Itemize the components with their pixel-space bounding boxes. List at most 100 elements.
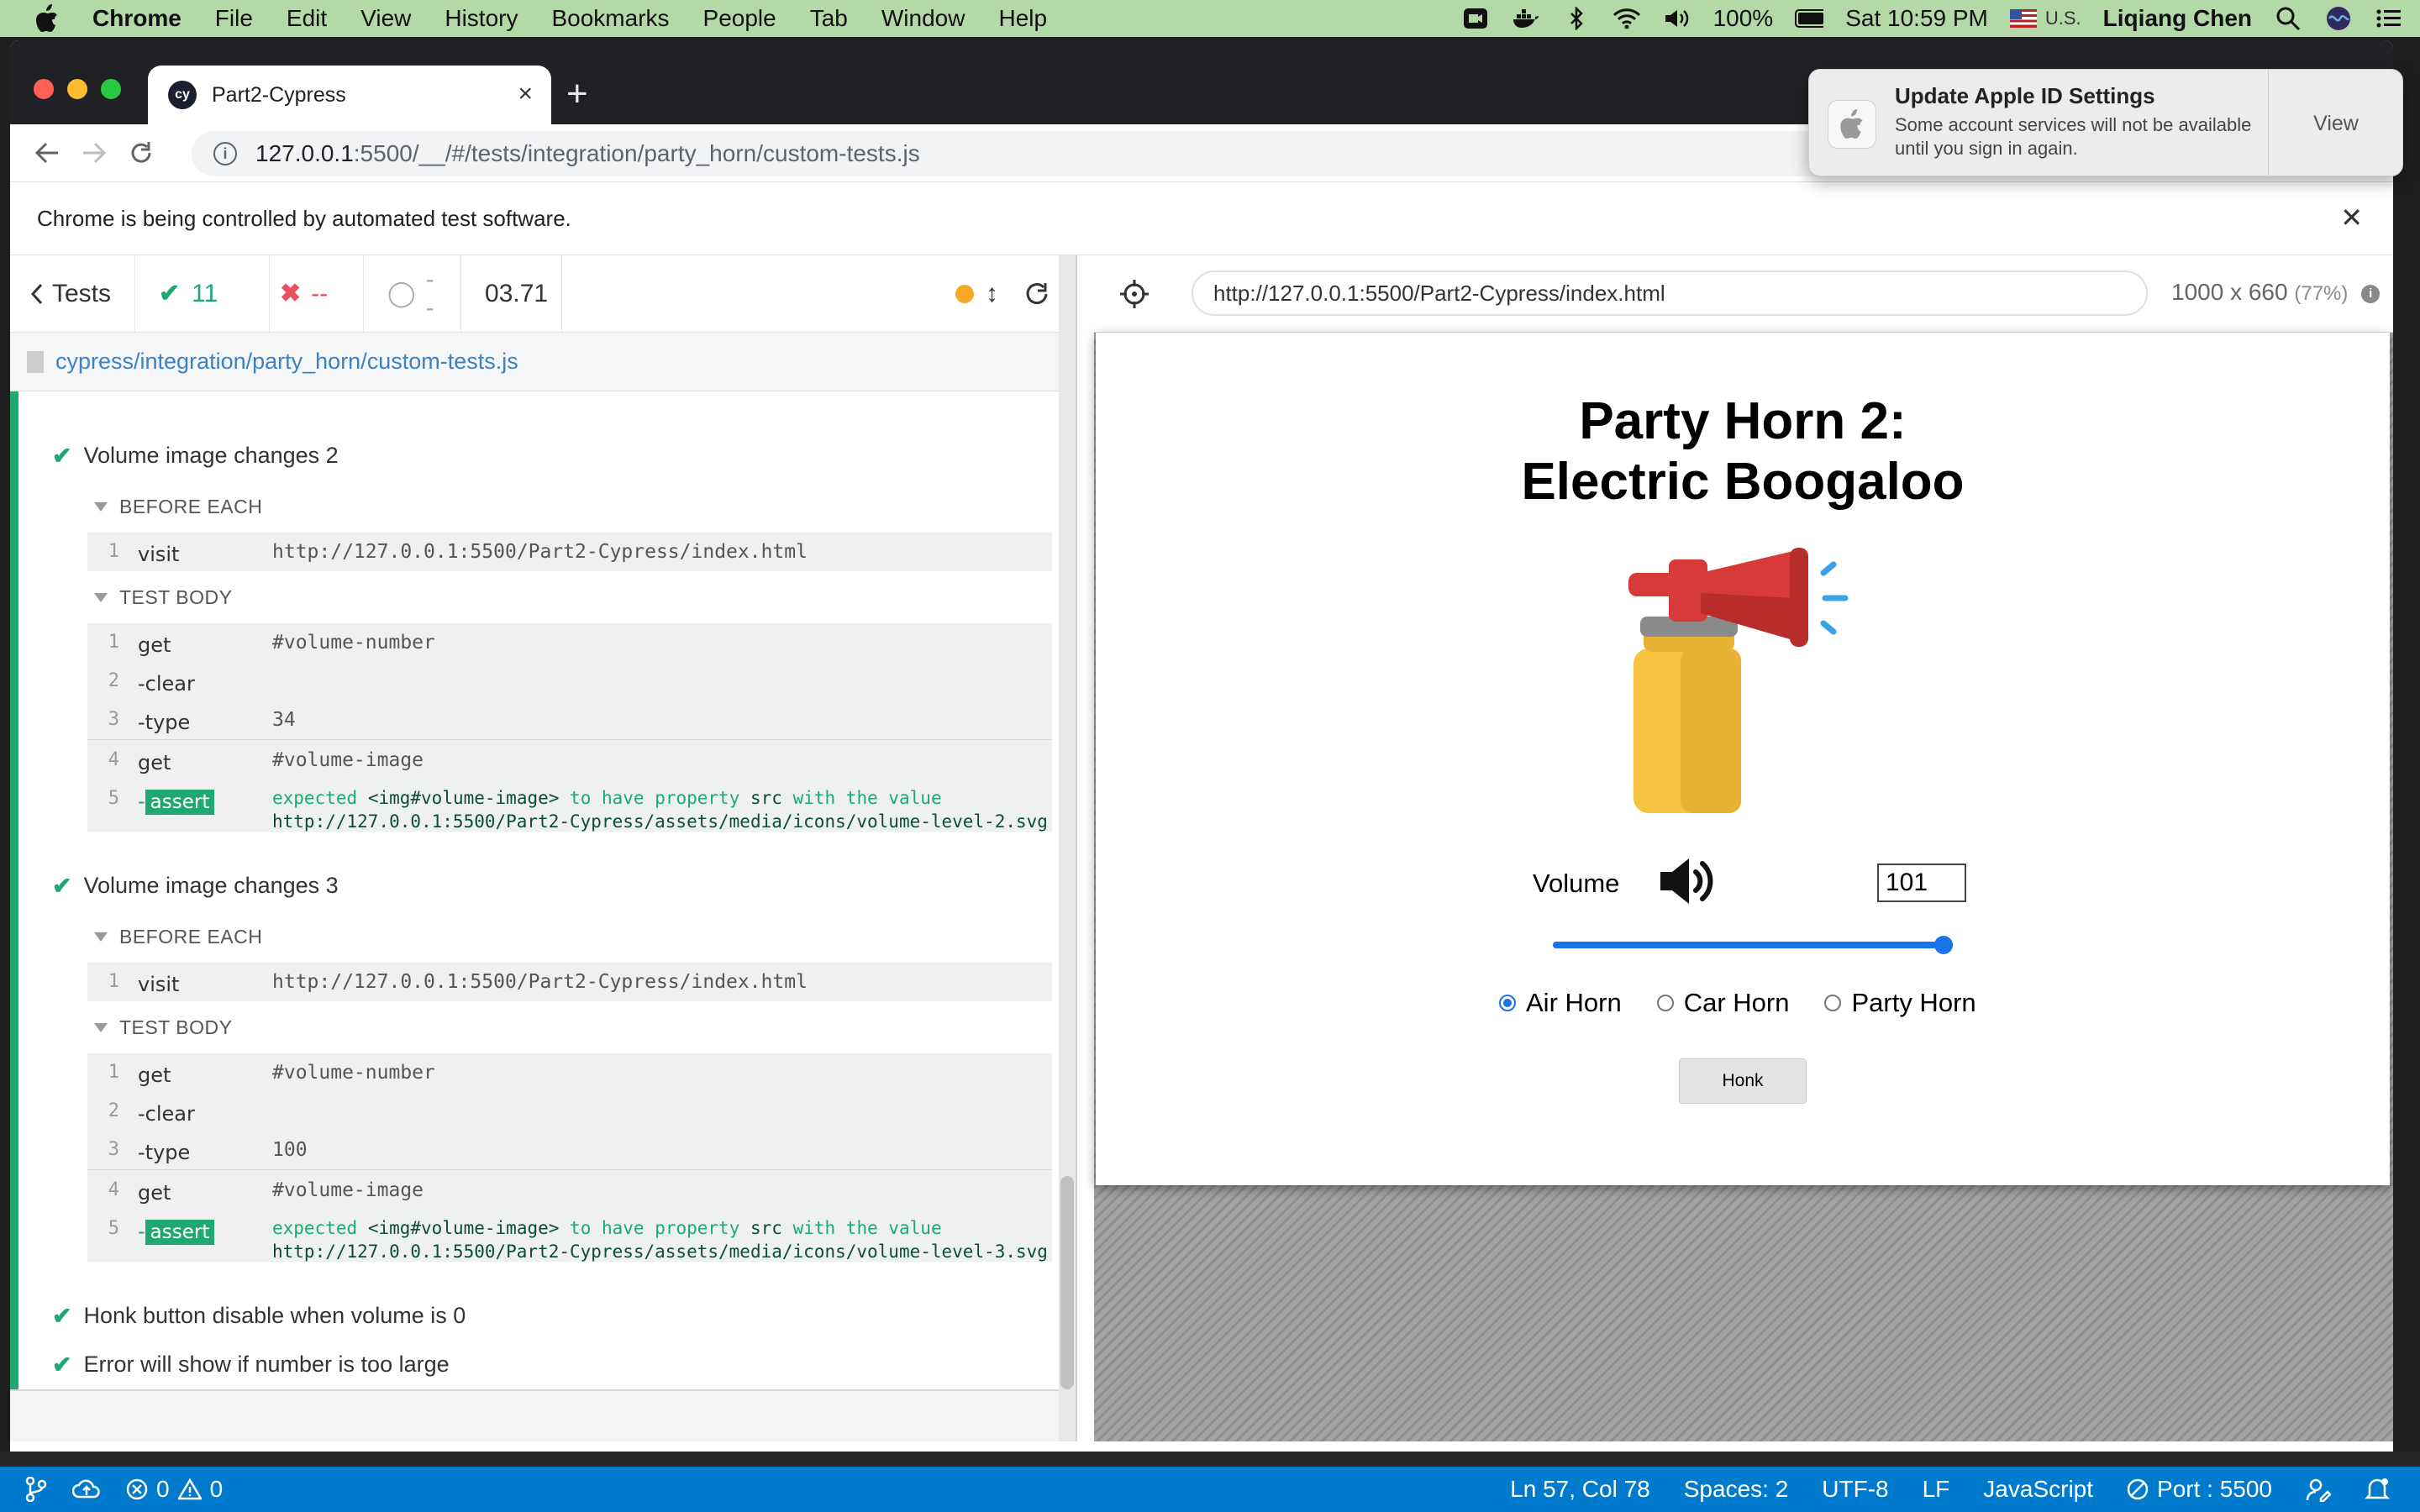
keyboard-layout[interactable]: U.S.: [2045, 8, 2081, 29]
command-row[interactable]: 1 visit http://127.0.0.1:5500/Part2-Cypr…: [87, 963, 1052, 1001]
radio-button-selected[interactable]: [1499, 995, 1516, 1011]
cloud-sync-icon[interactable]: [72, 1478, 101, 1500]
menu-window[interactable]: Window: [881, 5, 965, 32]
indentation[interactable]: Spaces: 2: [1684, 1476, 1789, 1503]
menu-app-chrome[interactable]: Chrome: [92, 5, 182, 32]
volume-icon[interactable]: [1663, 6, 1691, 31]
test-title-row[interactable]: ✔ Volume image changes 2: [52, 442, 339, 470]
assert-row[interactable]: 5 - assert expected <img#volume-image> to…: [87, 1210, 1052, 1262]
back-arrow-icon[interactable]: [24, 129, 71, 176]
menubar-user-name[interactable]: Liqiang Chen: [2103, 5, 2252, 32]
selector-playground-crosshair-icon[interactable]: [1119, 279, 1150, 309]
menu-edit[interactable]: Edit: [287, 5, 327, 32]
wifi-icon[interactable]: [1612, 6, 1641, 31]
menu-file[interactable]: File: [215, 5, 253, 32]
menu-people[interactable]: People: [703, 5, 776, 32]
command-row[interactable]: 2 -clear: [87, 1092, 1052, 1131]
command-row[interactable]: 4 get #volume-image: [87, 1171, 1052, 1210]
hook-test-body[interactable]: TEST BODY: [94, 586, 232, 609]
file-encoding[interactable]: UTF-8: [1822, 1476, 1888, 1503]
cursor-position[interactable]: Ln 57, Col 78: [1510, 1476, 1650, 1503]
command-row[interactable]: 1 visit http://127.0.0.1:5500/Part2-Cypr…: [87, 533, 1052, 571]
live-server-port[interactable]: Port : 5500: [2127, 1476, 2272, 1503]
reload-icon[interactable]: [118, 129, 165, 176]
radio-party-horn[interactable]: Party Horn: [1824, 988, 1976, 1018]
apple-id-notification[interactable]: Update Apple ID Settings Some account se…: [1808, 69, 2404, 177]
auto-scroll-toggle-icon[interactable]: ↕: [986, 280, 998, 308]
source-control-branch-icon[interactable]: [25, 1477, 47, 1502]
new-tab-plus-icon[interactable]: +: [566, 76, 588, 113]
radio-button[interactable]: [1656, 995, 1674, 1011]
radio-air-horn[interactable]: Air Horn: [1499, 988, 1622, 1018]
notification-center-icon[interactable]: [2375, 6, 2403, 31]
volume-slider[interactable]: [1553, 936, 1953, 954]
reporter-scrollbar[interactable]: [1059, 255, 1076, 1441]
forward-arrow-icon[interactable]: [71, 129, 118, 176]
hook-test-body[interactable]: TEST BODY: [94, 1016, 232, 1039]
viewport-dimensions[interactable]: 1000 x 660 (77%) i: [2171, 279, 2381, 306]
language-mode[interactable]: JavaScript: [1983, 1476, 2093, 1503]
menu-tab[interactable]: Tab: [810, 5, 848, 32]
pending-count-value: --: [425, 265, 434, 322]
reporter-footer: [10, 1389, 1076, 1441]
apple-menu-icon[interactable]: [30, 2, 64, 35]
menu-view[interactable]: View: [360, 5, 411, 32]
assert-message: expected <img#volume-image> to have prop…: [272, 1216, 1048, 1263]
siri-icon[interactable]: [2324, 6, 2353, 31]
run-duration: 03.71: [461, 255, 563, 333]
feedback-icon[interactable]: [2306, 1477, 2331, 1502]
command-row[interactable]: 1 get #volume-number: [87, 623, 1052, 662]
hook-before-each[interactable]: BEFORE EACH: [94, 496, 262, 518]
spec-file-bar[interactable]: cypress/integration/party_horn/custom-te…: [10, 333, 1076, 391]
honk-button[interactable]: Honk: [1679, 1058, 1807, 1104]
window-minimize-button[interactable]: [67, 79, 87, 99]
command-row[interactable]: 4 get #volume-image: [87, 741, 1052, 780]
command-row[interactable]: 3 -type 100: [87, 1131, 1052, 1169]
live-server-stop-icon: [2127, 1478, 2149, 1500]
battery-icon[interactable]: [1795, 6, 1824, 31]
command-row[interactable]: 1 get #volume-number: [87, 1053, 1052, 1092]
rerun-tests-icon[interactable]: [1023, 281, 1050, 307]
failed-count[interactable]: ✖ --: [270, 255, 365, 333]
end-of-line[interactable]: LF: [1923, 1476, 1950, 1503]
radio-car-horn[interactable]: Car Horn: [1656, 988, 1789, 1018]
pending-count[interactable]: ◯ --: [364, 255, 462, 333]
assert-row[interactable]: 5 - assert expected <img#volume-image> to…: [87, 780, 1052, 832]
notifications-bell-icon[interactable]: [2365, 1477, 2390, 1502]
radio-button[interactable]: [1824, 995, 1842, 1011]
command-name: get: [138, 1063, 171, 1087]
bluetooth-icon[interactable]: [1562, 6, 1591, 31]
passed-count[interactable]: ✔ 11: [135, 255, 271, 333]
test-title-row[interactable]: ✔ Honk button disable when volume is 0: [52, 1302, 466, 1330]
window-zoom-button[interactable]: [101, 79, 121, 99]
menubar-clock[interactable]: Sat 10:59 PM: [1845, 5, 1988, 32]
camera-icon[interactable]: [1461, 6, 1490, 31]
test-title-row[interactable]: ✔ Volume image changes 3: [52, 872, 339, 900]
us-flag-icon[interactable]: [2009, 9, 2037, 28]
hook-before-each[interactable]: BEFORE EACH: [94, 926, 262, 948]
menu-history[interactable]: History: [445, 5, 518, 32]
test-title-row[interactable]: ✔ Error will show if number is too large: [52, 1351, 450, 1378]
tab-close-icon[interactable]: ×: [518, 81, 533, 107]
infobar-close-icon[interactable]: ✕: [2340, 204, 2363, 231]
site-info-icon[interactable]: i: [213, 142, 237, 165]
window-close-button[interactable]: [34, 79, 54, 99]
problems-indicator[interactable]: 0 0: [126, 1476, 223, 1503]
command-row[interactable]: 2 -clear: [87, 662, 1052, 701]
command-row[interactable]: 3 -type 34: [87, 701, 1052, 739]
address-bar[interactable]: i 127.0.0.1:5500/__/#/tests/integration/…: [192, 131, 2065, 176]
scrollbar-thumb[interactable]: [1060, 1176, 1074, 1389]
notification-view-button[interactable]: View: [2268, 70, 2404, 177]
volume-number-input[interactable]: [1877, 864, 1966, 902]
browser-tab-active[interactable]: cy Part2-Cypress ×: [148, 66, 551, 124]
menu-help[interactable]: Help: [998, 5, 1047, 32]
volume-slider-thumb[interactable]: [1934, 936, 1953, 954]
aut-url-field[interactable]: http://127.0.0.1:5500/Part2-Cypress/inde…: [1192, 270, 2148, 316]
spec-file-path[interactable]: cypress/integration/party_horn/custom-te…: [55, 349, 518, 375]
tests-back-button[interactable]: Tests: [10, 255, 136, 333]
menu-bookmarks[interactable]: Bookmarks: [551, 5, 669, 32]
info-icon[interactable]: i: [2361, 284, 2381, 303]
spotlight-search-icon[interactable]: [2274, 6, 2302, 31]
docker-icon[interactable]: [1512, 6, 1540, 31]
assert-dash: -: [138, 790, 145, 813]
